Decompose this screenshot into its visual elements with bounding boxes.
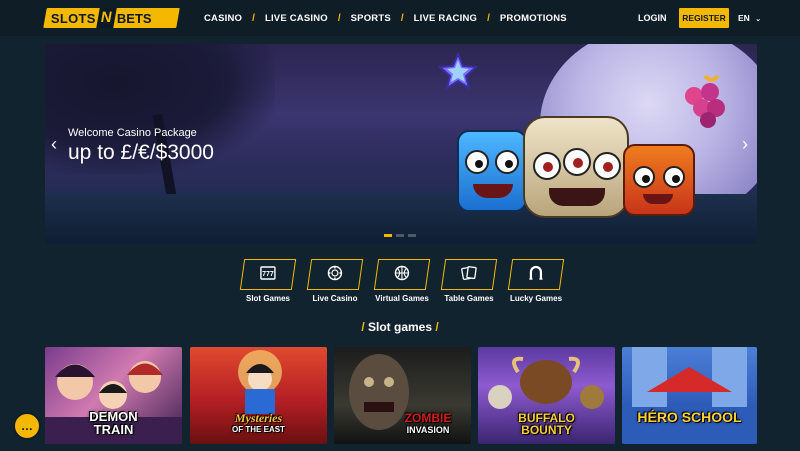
game-tile-hero-school[interactable]: HÉRO SCHOOL [622, 347, 757, 444]
section-title-text: Slot games [367, 320, 433, 334]
star-icon [438, 52, 478, 90]
nav-live-casino[interactable]: LIVE CASINO [265, 13, 328, 24]
blue-monster [457, 130, 527, 212]
horseshoe-icon [528, 265, 544, 285]
nav-sports[interactable]: SPORTS [351, 13, 391, 24]
game-tile-buffalo-bounty[interactable]: BUFFALO BOUNTY [478, 347, 615, 444]
register-button[interactable]: REGISTER [679, 8, 729, 28]
top-header: SLOTS N BETS CASINO / LIVE CASINO / SPOR… [0, 0, 800, 36]
slide-dot-1[interactable] [384, 234, 392, 237]
game-title: DEMON TRAIN [89, 409, 138, 437]
playing-cards-icon [461, 265, 477, 285]
logo-text-bets: BETS [116, 10, 152, 26]
game-tile-zombie-invasion[interactable]: ZOMBIE INVASION [334, 347, 471, 444]
nav-casino[interactable]: CASINO [204, 13, 242, 24]
slider-pagination [384, 234, 416, 237]
category-box: 777 [239, 259, 297, 290]
slide-dot-2[interactable] [396, 234, 404, 237]
nav-separator: / [487, 12, 490, 24]
language-selector[interactable]: EN ⌄ [738, 13, 761, 23]
red-monster [623, 144, 695, 216]
slide-dot-3[interactable] [408, 234, 416, 237]
chat-button[interactable]: … [13, 412, 41, 440]
login-link[interactable]: LOGIN [638, 13, 667, 23]
berry-icon [685, 74, 725, 128]
slot-machine-icon: 777 [260, 265, 276, 284]
main-nav: CASINO / LIVE CASINO / SPORTS / LIVE RAC… [204, 0, 567, 36]
basketball-icon [394, 265, 410, 285]
game-title: BUFFALO BOUNTY [518, 411, 575, 437]
logo-text-slots: SLOTS [51, 10, 96, 26]
category-box [440, 259, 498, 290]
nav-live-racing[interactable]: LIVE RACING [414, 13, 477, 24]
game-tile-mysteries-of-the-east[interactable]: Mysteries OF THE EAST [190, 347, 327, 444]
register-label: REGISTER [682, 13, 726, 23]
prev-slide-arrow-icon[interactable]: ‹ [51, 134, 57, 155]
casino-chip-icon [327, 265, 343, 285]
game-title: HÉRO SCHOOL [637, 409, 742, 425]
cream-monster [523, 116, 629, 218]
chevron-down-icon: ⌄ [755, 16, 762, 23]
game-tile-demon-train[interactable]: DEMON TRAIN [45, 347, 182, 444]
site-logo[interactable]: SLOTS N BETS [43, 8, 180, 28]
nav-separator: / [252, 12, 255, 24]
svg-text:777: 777 [262, 271, 274, 278]
section-title: / Slot games / [361, 320, 439, 334]
category-box [306, 259, 364, 290]
banner-title: up to £/€/$3000 [68, 141, 214, 164]
game-title: Mysteries OF THE EAST [232, 411, 285, 434]
game-title: ZOMBIE INVASION [404, 411, 452, 435]
next-slide-arrow-icon[interactable]: › [742, 134, 748, 155]
category-box [507, 259, 565, 290]
banner-subtitle: Welcome Casino Package [68, 127, 197, 139]
chat-bubble-icon: … [21, 419, 33, 433]
nav-promotions[interactable]: PROMOTIONS [500, 13, 567, 24]
logo-text-n: N [96, 8, 117, 28]
category-label: Lucky Games [509, 294, 563, 303]
category-box [373, 259, 431, 290]
hero-banner[interactable]: Welcome Casino Package up to £/€/$3000 ‹… [45, 44, 757, 244]
nav-separator: / [337, 12, 341, 24]
nav-separator: / [400, 12, 404, 24]
language-label: EN [738, 13, 750, 23]
hero-school-artwork [622, 347, 757, 444]
